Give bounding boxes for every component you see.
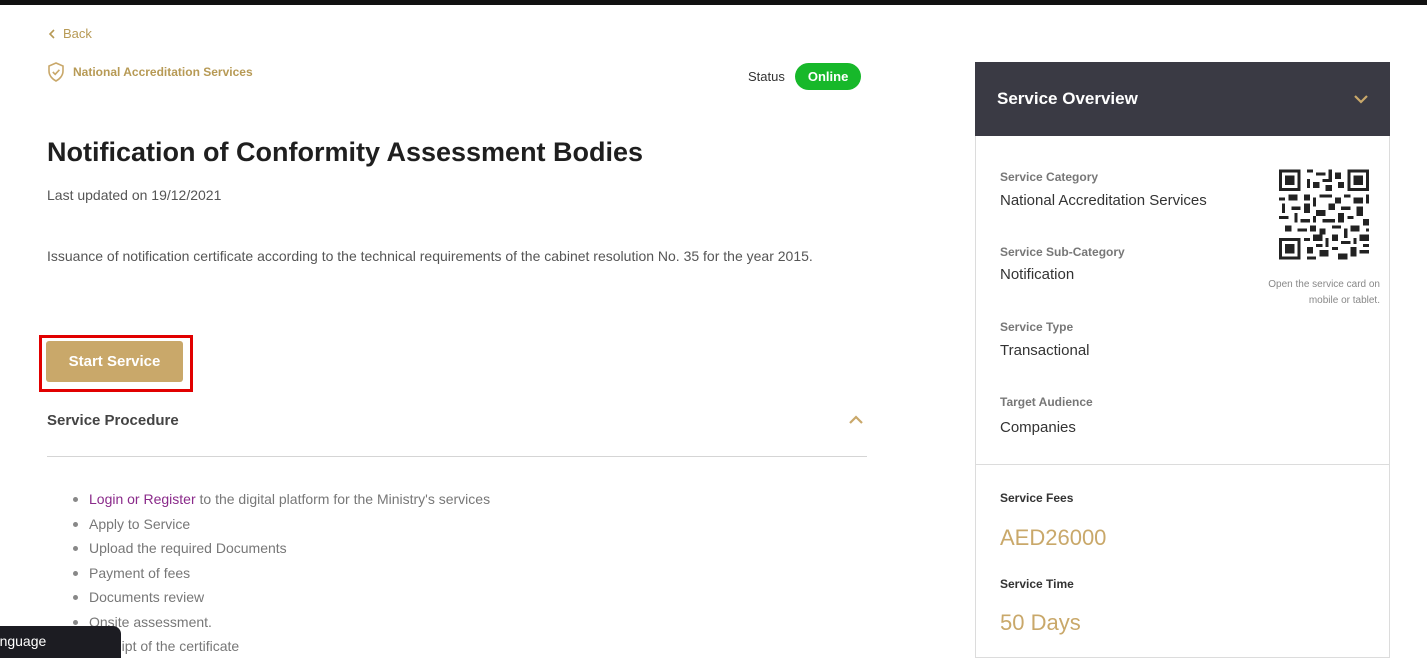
service-fees-label: Service Fees xyxy=(1000,491,1074,505)
service-category-value: National Accreditation Services xyxy=(1000,192,1207,209)
procedure-steps: Login or Register to the digital platfor… xyxy=(67,487,490,658)
overview-title: Service Overview xyxy=(997,89,1138,108)
procedure-step: Onsite assessment. xyxy=(67,610,490,635)
start-service-button[interactable]: Start Service xyxy=(46,341,183,382)
target-audience-label: Target Audience xyxy=(1000,395,1093,409)
service-procedure-toggle[interactable]: Service Procedure xyxy=(47,404,867,436)
target-audience-value: Companies xyxy=(1000,419,1076,436)
service-category-header: National Accreditation Services xyxy=(47,62,253,82)
language-tab[interactable]: Language xyxy=(0,626,121,658)
top-border xyxy=(0,0,1427,5)
panel-divider xyxy=(976,464,1389,465)
service-time-value: 50 Days xyxy=(1000,610,1081,635)
login-register-link[interactable]: Login or Register xyxy=(89,491,196,507)
service-type-value: Transactional xyxy=(1000,342,1090,359)
service-time-label: Service Time xyxy=(1000,577,1074,591)
status-indicator: Status Online xyxy=(748,63,862,90)
back-link[interactable]: Back xyxy=(47,26,92,41)
service-subcategory-label: Service Sub-Category xyxy=(1000,245,1125,259)
procedure-step: Apply to Service xyxy=(67,512,490,537)
page-title: Notification of Conformity Assessment Bo… xyxy=(47,137,644,167)
step-text: to the digital platform for the Ministry… xyxy=(195,491,491,507)
service-overview-toggle[interactable]: Service Overview xyxy=(975,62,1390,136)
status-badge: Online xyxy=(794,63,862,90)
procedure-divider xyxy=(47,456,867,457)
service-overview-panel xyxy=(975,62,1390,658)
service-fees-value: AED26000 xyxy=(1000,525,1107,550)
service-type-label: Service Type xyxy=(1000,320,1074,334)
category-label: National Accreditation Services xyxy=(73,65,253,79)
procedure-step: Receipt of the certificate xyxy=(67,634,490,658)
shield-check-icon xyxy=(48,62,64,82)
qr-code-icon xyxy=(1279,169,1369,260)
status-label: Status xyxy=(748,69,785,84)
service-category-label: Service Category xyxy=(1000,170,1099,184)
last-updated: Last updated on 19/12/2021 xyxy=(47,187,222,203)
procedure-title: Service Procedure xyxy=(47,411,179,429)
procedure-step: Login or Register to the digital platfor… xyxy=(67,487,490,512)
qr-caption: Open the service card on mobile or table… xyxy=(1268,279,1380,306)
back-label: Back xyxy=(63,26,92,41)
service-subcategory-value: Notification xyxy=(1000,266,1075,283)
procedure-step: Upload the required Documents xyxy=(67,536,490,561)
chevron-up-icon xyxy=(849,415,863,424)
service-description: Issuance of notification certificate acc… xyxy=(47,248,813,264)
chevron-down-icon xyxy=(1354,95,1368,104)
procedure-step: Documents review xyxy=(67,585,490,610)
chevron-left-icon xyxy=(48,28,55,39)
language-label: Language xyxy=(0,633,47,649)
procedure-step: Payment of fees xyxy=(67,561,490,586)
